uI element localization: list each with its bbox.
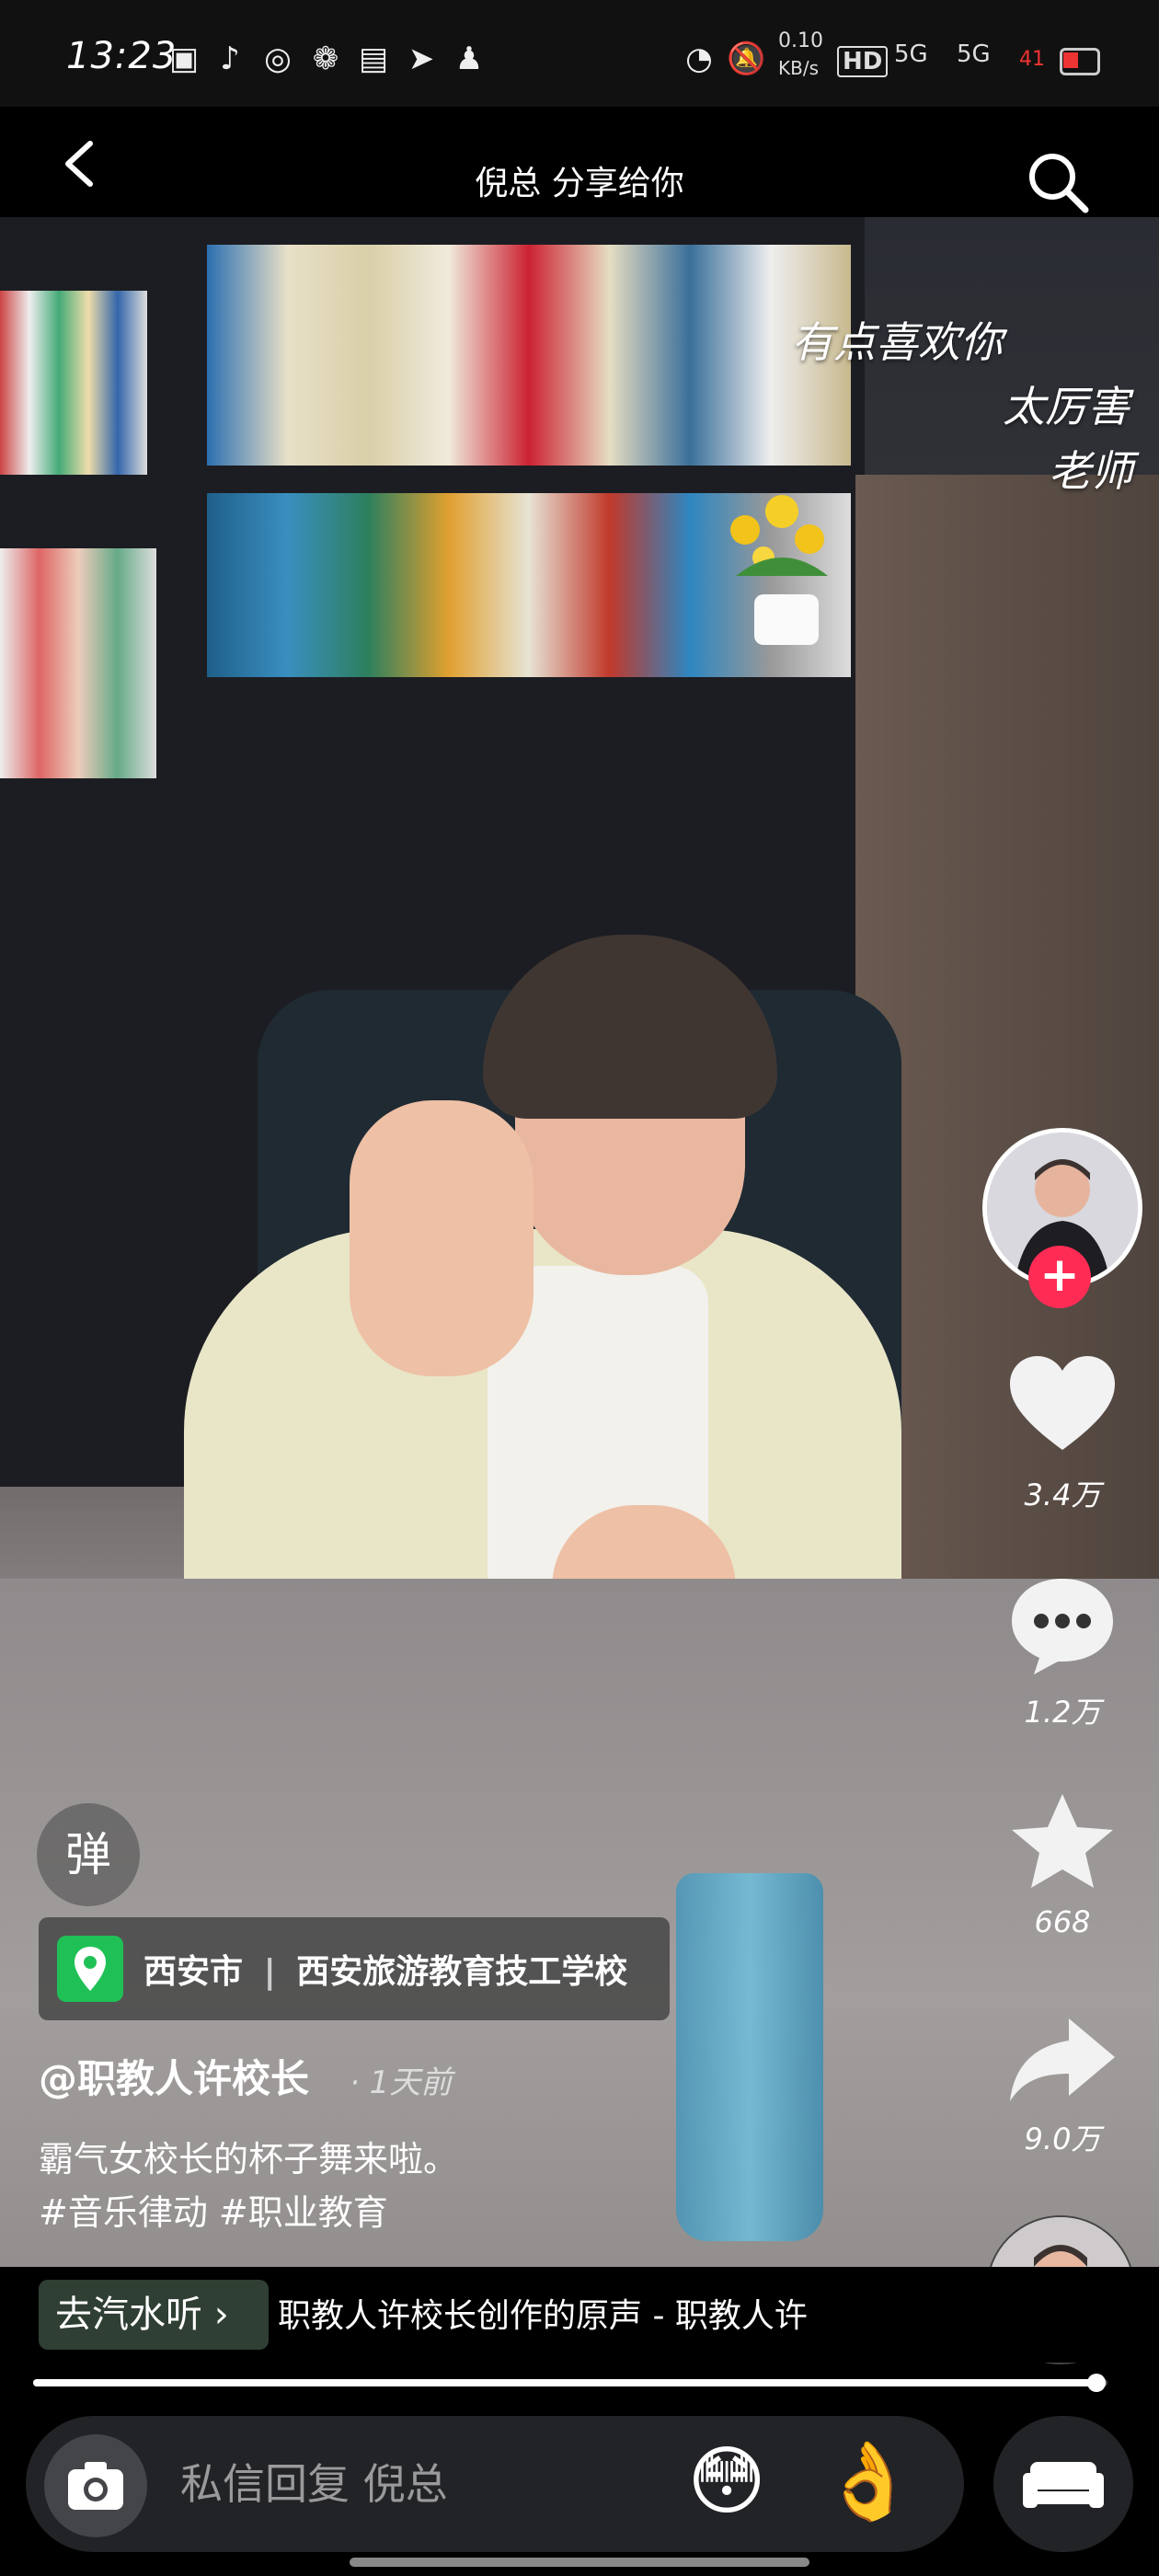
home-indicator[interactable] xyxy=(350,2558,809,2567)
qq-icon: ♟ xyxy=(454,40,484,77)
danmaku-line: 太厉害 xyxy=(1003,382,1130,431)
location-place: 西安旅游教育技工学校 xyxy=(296,1953,628,1991)
caption-hashtags[interactable]: #音乐律动 #职业教育 xyxy=(39,2186,458,2239)
mute-icon: 🔕 xyxy=(727,40,766,77)
blue-cup xyxy=(676,1873,823,2241)
comment-icon[interactable] xyxy=(1003,1571,1122,1682)
wechat-icon: ❁ xyxy=(312,40,339,77)
signal1-label: 5G xyxy=(894,40,928,68)
danmaku-line: 有点喜欢你 xyxy=(791,317,1003,367)
alipay-icon: ▤ xyxy=(358,40,389,77)
share-icon[interactable] xyxy=(1003,2006,1122,2116)
star-icon[interactable] xyxy=(1003,1788,1122,1899)
sofa-icon[interactable] xyxy=(993,2416,1133,2552)
heart-icon[interactable] xyxy=(1003,1351,1122,1461)
listen-label: 去汽水听 xyxy=(55,2294,202,2336)
emoji-ok-hand-button[interactable]: 👌 xyxy=(819,2432,918,2532)
favorite-count: 668 xyxy=(1034,1904,1091,1939)
location-pin-icon xyxy=(57,1936,123,2002)
progress-knob[interactable] xyxy=(1087,2374,1106,2392)
header-title: 倪总 分享给你 xyxy=(475,165,684,202)
caption-text: 霸气女校长的杯子舞来啦。 xyxy=(39,2139,459,2179)
battery-fill xyxy=(1063,52,1078,68)
network-speed-unit: KB/s xyxy=(778,57,819,79)
speedometer-icon: ◔ xyxy=(685,40,713,77)
music-title[interactable]: 职教人许校长创作的原声 - 职教人许 xyxy=(278,2289,830,2337)
like-count: 3.4万 xyxy=(1024,1478,1101,1512)
post-time: · 1天前 xyxy=(350,2064,453,2101)
search-icon[interactable] xyxy=(1021,145,1095,219)
caption: 霸气女校长的杯子舞来啦。 #音乐律动 #职业教育 xyxy=(39,2133,458,2239)
weibo-icon: ◎ xyxy=(264,40,292,77)
emoji-flushed-button[interactable]: 😳 xyxy=(677,2432,776,2532)
hd-badge: HD xyxy=(837,46,889,77)
location-city: 西安市 xyxy=(143,1953,244,1991)
telegram-icon: ➤ xyxy=(407,40,435,77)
reply-input[interactable]: 私信回复 倪总 xyxy=(180,2451,448,2512)
camera-icon[interactable] xyxy=(44,2434,147,2537)
books-row xyxy=(0,548,156,778)
location-text[interactable]: 西安市 | 西安旅游教育技工学校 xyxy=(143,1945,627,1993)
flower-pot xyxy=(708,484,855,650)
comment-count: 1.2万 xyxy=(1024,1695,1101,1730)
status-time: 13:23 xyxy=(66,35,178,77)
author-name[interactable]: @职教人许校长 xyxy=(39,2048,309,2104)
danmaku-toggle-button[interactable]: 弹 xyxy=(37,1803,140,1906)
progress-fill xyxy=(33,2379,1096,2386)
location-separator: | xyxy=(263,1953,276,1991)
signal2-label: 5G xyxy=(957,40,991,68)
tiktok-icon: ♪ xyxy=(220,40,240,77)
danmaku-line: 老师 xyxy=(1049,446,1133,496)
listen-on-qishui-button[interactable]: 去汽水听 › xyxy=(39,2280,269,2350)
books-row xyxy=(207,245,851,466)
share-count: 9.0万 xyxy=(1024,2122,1101,2156)
follow-button[interactable]: + xyxy=(1028,1246,1091,1308)
ok-hand-gesture xyxy=(350,1100,534,1376)
chevron-right-icon: › xyxy=(202,2294,229,2336)
network-speed-value: 0.10 xyxy=(778,29,823,52)
battery-level: 41 xyxy=(1019,48,1045,71)
notification-app-icon: ▣ xyxy=(168,40,200,77)
books-row xyxy=(0,291,147,475)
